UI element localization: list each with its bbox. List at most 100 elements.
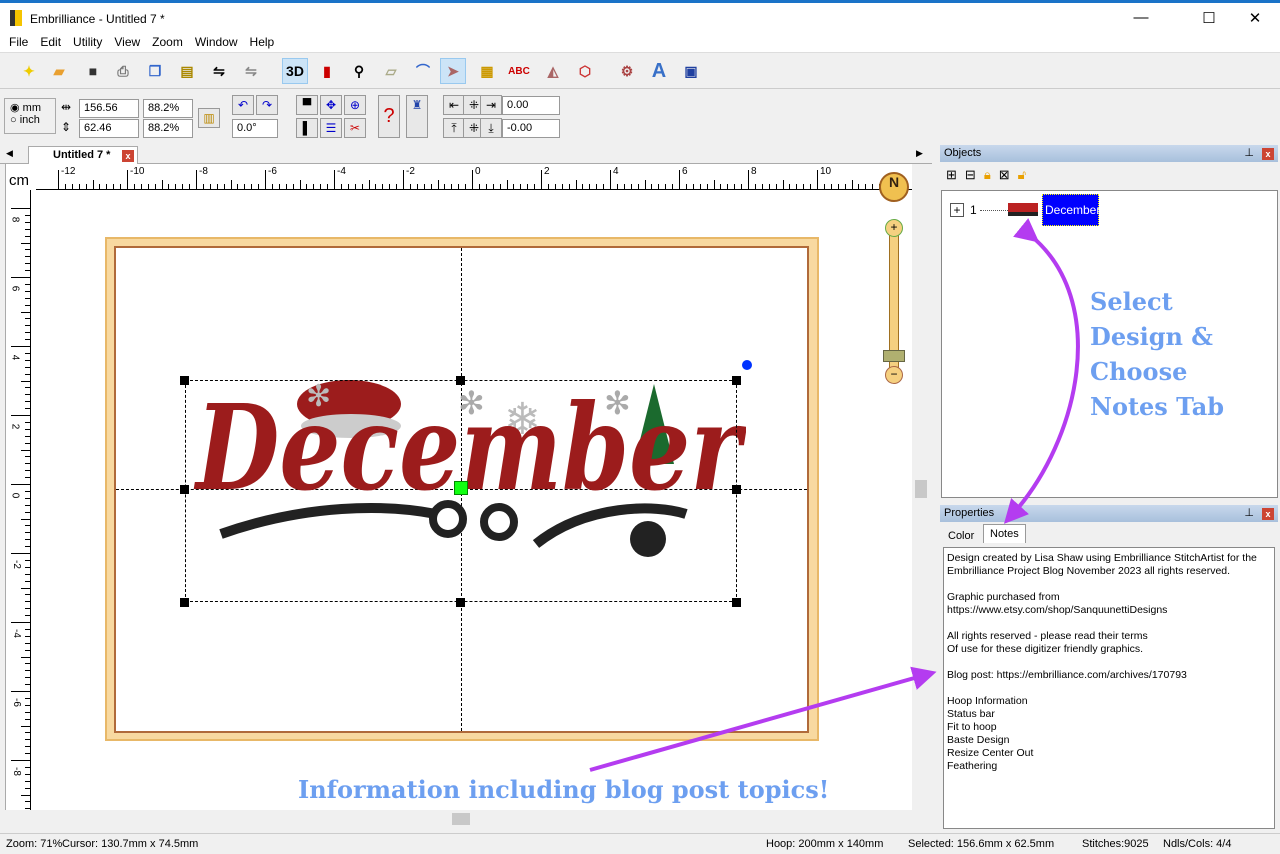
resize-handle[interactable] [732, 376, 741, 385]
align-left-edge-icon[interactable]: ⇤ [443, 95, 465, 115]
height-field[interactable]: 62.46 [79, 119, 139, 138]
resize-handle[interactable] [180, 485, 189, 494]
mirror-vertical-icon[interactable]: ⇋ [238, 58, 264, 84]
width-percent-field[interactable]: 88.2% [143, 99, 193, 118]
resize-handle[interactable] [180, 376, 189, 385]
cut-icon[interactable]: ✂ [344, 118, 366, 138]
tab-notes[interactable]: Notes [983, 524, 1026, 543]
height-percent-field[interactable]: 88.2% [143, 119, 193, 138]
resize-handle[interactable] [180, 598, 189, 607]
rotation-field[interactable]: 0.0° [232, 119, 278, 138]
align-left-icon[interactable]: ▌ [296, 118, 318, 138]
resize-handle[interactable] [732, 598, 741, 607]
expand-all-icon[interactable]: ⊞ [946, 167, 965, 182]
ruler-tick [741, 184, 743, 190]
tab-scroll-left-icon[interactable]: ◀ [6, 148, 13, 159]
compass-icon[interactable]: N [879, 172, 909, 202]
select-arrow-icon[interactable]: ➤ [440, 58, 466, 84]
ruler-icon[interactable]: ▱ [378, 58, 404, 84]
zoom-in-icon[interactable]: + [885, 219, 903, 237]
lettering-abc-icon[interactable]: ABC [506, 58, 532, 84]
save-icon[interactable]: ■ [80, 58, 106, 84]
stitch-player-icon[interactable]: ▣ [678, 58, 704, 84]
rotate-right-icon[interactable]: ↷ [256, 95, 278, 115]
ruler-tick [168, 184, 170, 190]
mirror-horizontal-icon[interactable]: ⇋ [206, 58, 232, 84]
magnifier-icon[interactable]: ⚲ [346, 58, 372, 84]
vertical-scrollbar[interactable] [912, 164, 930, 810]
rotate-handle[interactable] [742, 360, 752, 370]
menu-edit[interactable]: Edit [40, 35, 61, 49]
horizontal-scrollbar[interactable] [5, 810, 912, 828]
notes-textarea[interactable]: Design created by Lisa Shaw using Embril… [943, 547, 1275, 829]
fit-icon[interactable]: ⊕ [344, 95, 366, 115]
ruler-tick [21, 380, 31, 382]
ruler-tick [189, 184, 191, 190]
settings-gear-icon[interactable]: ⚙ [614, 58, 640, 84]
close-button[interactable]: ✕ [1232, 9, 1278, 27]
width-field[interactable]: 156.56 [79, 99, 139, 118]
collapse-all-icon[interactable]: ⊟ [965, 167, 984, 182]
tab-scroll-right-icon[interactable]: ▶ [916, 148, 923, 159]
tab-color[interactable]: Color [944, 528, 978, 544]
object-item-december[interactable]: December [1042, 194, 1100, 226]
offset-y-field[interactable]: -0.00 [502, 119, 560, 138]
paste-icon[interactable]: ▤ [174, 58, 200, 84]
rotate-left-icon[interactable]: ↶ [232, 95, 254, 115]
menu-utility[interactable]: Utility [73, 35, 102, 49]
copy-icon[interactable]: ❐ [142, 58, 168, 84]
offset-x-field[interactable]: 0.00 [502, 96, 560, 115]
align-bottom-edge-icon[interactable]: ⤓ [480, 118, 502, 138]
resize-handle[interactable] [456, 598, 465, 607]
expand-node-icon[interactable]: + [950, 203, 964, 217]
menu-file[interactable]: File [9, 35, 28, 49]
ruler-tick [21, 449, 31, 451]
close-tab-icon[interactable]: x [122, 150, 134, 162]
list-icon[interactable]: ☰ [320, 118, 342, 138]
3d-view-button[interactable]: 3D [282, 58, 308, 84]
design-canvas[interactable]: -12 -10 -8 -6 -4 -2 0 2 4 6 8 10 cm 8 6 4 2 0 -2 -4 -6 -8 ✻… [5, 164, 912, 810]
sewing-machine-icon[interactable]: ♜ [406, 95, 428, 138]
align-top-icon[interactable]: ▀ [296, 95, 318, 115]
color-chart-icon[interactable]: ▮ [314, 58, 340, 84]
menu-view[interactable]: View [114, 35, 140, 49]
center-handle[interactable] [454, 481, 468, 495]
lock-icon[interactable]: 🔒︎ [984, 167, 999, 182]
close-properties-icon[interactable]: x [1262, 508, 1274, 520]
properties-icon[interactable]: ▦ [474, 58, 500, 84]
lock-x-icon[interactable]: ⊠ [999, 167, 1018, 182]
zoom-slider-thumb[interactable] [883, 350, 905, 362]
close-objects-icon[interactable]: x [1262, 148, 1274, 160]
zoom-out-icon[interactable]: − [885, 366, 903, 384]
unit-inch-radio[interactable]: ○ inch [10, 114, 50, 126]
center-icon[interactable]: ✥ [320, 95, 342, 115]
text-tool-icon[interactable]: A [646, 58, 672, 84]
menu-window[interactable]: Window [195, 35, 238, 49]
minimize-button[interactable]: — [1118, 9, 1164, 26]
unit-group: ◉ mm ○ inch [4, 98, 56, 134]
unlock-icon[interactable]: 🔓︎ [1018, 167, 1034, 182]
ruler-tick [25, 373, 31, 375]
ruler-tick [64, 184, 66, 190]
menu-zoom[interactable]: Zoom [152, 35, 183, 49]
new-icon[interactable]: ✦ [16, 58, 42, 84]
resize-handle[interactable] [456, 376, 465, 385]
print-icon[interactable]: ⎙ [110, 58, 136, 84]
menu-help[interactable]: Help [250, 35, 275, 49]
pin-icon[interactable]: ⊥ [1244, 146, 1254, 159]
resize-handle[interactable] [732, 485, 741, 494]
lock-aspect-icon[interactable]: ▥ [198, 108, 220, 128]
tab-untitled-7[interactable]: Untitled 7 * x [28, 146, 138, 164]
align-top-edge-icon[interactable]: ⤒ [443, 118, 465, 138]
ruler-tick [368, 180, 370, 190]
ruler-tick [244, 184, 246, 190]
needle-icon[interactable]: ⌒ [410, 58, 436, 84]
pin-icon[interactable]: ⊥ [1244, 506, 1254, 519]
open-folder-icon[interactable]: ▰ [46, 58, 72, 84]
align-right-edge-icon[interactable]: ⇥ [480, 95, 502, 115]
point-edit-icon[interactable]: ◭ [540, 58, 566, 84]
unit-mm-radio[interactable]: ◉ mm [10, 101, 50, 114]
maximize-button[interactable]: ☐ [1186, 9, 1232, 27]
help-question-icon[interactable]: ? [378, 95, 400, 138]
reshape-icon[interactable]: ⬡ [572, 58, 598, 84]
